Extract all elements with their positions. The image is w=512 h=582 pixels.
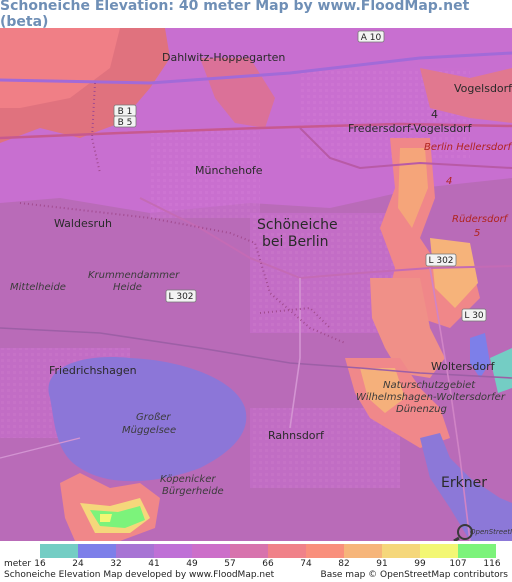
legend-value: 91 xyxy=(376,559,388,569)
legend-value: 57 xyxy=(224,559,236,569)
place-label: Heide xyxy=(113,282,142,293)
legend-value: 24 xyxy=(72,559,84,569)
svg-text:L 302: L 302 xyxy=(428,256,453,266)
elevation-legend: meter 16 24 32 41 49 57 66 74 82 91 99 1… xyxy=(0,541,512,582)
legend-swatch xyxy=(40,544,78,558)
road-shield-l30: L 30 xyxy=(461,308,487,322)
route-number: 4 xyxy=(446,176,452,187)
svg-text:A 10: A 10 xyxy=(361,33,382,43)
legend-value: 32 xyxy=(110,559,122,569)
route-number: 5 xyxy=(474,228,480,239)
legend-value: 82 xyxy=(338,559,350,569)
legend-swatch xyxy=(382,544,420,558)
legend-value: 49 xyxy=(186,559,198,569)
place-label: Naturschutzgebiet xyxy=(383,380,476,391)
place-label: Berlin Hellersdorf xyxy=(424,142,512,153)
footer-attribution: Base map © OpenStreetMap contributors xyxy=(320,570,508,580)
legend-swatch xyxy=(344,544,382,558)
place-label: Friedrichshagen xyxy=(49,364,137,377)
legend-swatch xyxy=(230,544,268,558)
legend-swatch xyxy=(458,544,496,558)
place-label: Erkner xyxy=(441,475,487,491)
place-label: Dahlwitz-Hoppegarten xyxy=(162,51,285,64)
hill-peak-yellow xyxy=(100,514,112,522)
legend-value: 74 xyxy=(300,559,312,569)
route-number: 4 xyxy=(431,108,438,121)
place-label: Köpenicker xyxy=(160,474,216,485)
place-label: Wilhelmshagen-Woltersdorfer xyxy=(356,392,506,403)
place-label: Rahnsdorf xyxy=(268,429,325,442)
place-label: Schöneiche xyxy=(257,217,338,233)
svg-text:L 30: L 30 xyxy=(464,311,484,321)
place-label: Rüdersdorf xyxy=(452,214,509,225)
footer-credit: Schoneiche Elevation Map developed by ww… xyxy=(4,570,275,580)
place-label: Vogelsdorf xyxy=(454,82,512,95)
legend-swatch xyxy=(306,544,344,558)
legend-swatches xyxy=(40,544,496,558)
legend-swatch xyxy=(78,544,116,558)
legend-value: 99 xyxy=(414,559,426,569)
legend-swatch xyxy=(192,544,230,558)
legend-value: 66 xyxy=(262,559,274,569)
place-label: Münchehofe xyxy=(195,164,263,177)
place-label: Fredersdorf-Vogelsdorf xyxy=(348,122,473,135)
place-label: Großer xyxy=(136,412,171,423)
place-label: bei Berlin xyxy=(262,234,328,250)
place-label: Mittelheide xyxy=(10,282,66,293)
legend-swatch xyxy=(154,544,192,558)
road-shield-l302-east: L 302 xyxy=(425,253,457,267)
elevation-map-canvas: Dahlwitz-Hoppegarten Vogelsdorf Fredersd… xyxy=(0,28,512,541)
place-label: Bürgerheide xyxy=(162,486,224,497)
legend-value: 41 xyxy=(148,559,160,569)
place-label: Dünenzug xyxy=(396,404,447,415)
legend-swatch xyxy=(420,544,458,558)
svg-text:B 5: B 5 xyxy=(118,118,133,128)
legend-values: 16 24 32 41 49 57 66 74 82 91 99 107 116 xyxy=(0,559,512,570)
legend-swatch xyxy=(116,544,154,558)
legend-swatch xyxy=(268,544,306,558)
place-label: Krummendammer xyxy=(88,270,180,281)
place-label: Müggelsee xyxy=(122,425,176,436)
map-title: Schoneiche Elevation: 40 meter Map by ww… xyxy=(0,0,512,30)
svg-text:L 302: L 302 xyxy=(168,292,193,302)
place-label: Waldesruh xyxy=(54,217,112,230)
legend-value: 16 xyxy=(34,559,46,569)
road-shield-b1: B 1 xyxy=(113,104,137,117)
svg-text:B 1: B 1 xyxy=(118,107,133,117)
elevation-map[interactable]: Dahlwitz-Hoppegarten Vogelsdorf Fredersd… xyxy=(0,28,512,541)
road-shield-a10: A 10 xyxy=(357,30,385,43)
osm-logo-text: OpenStreetMap xyxy=(470,528,512,536)
road-shield-b5: B 5 xyxy=(113,115,137,128)
place-label: Woltersdorf xyxy=(431,360,496,373)
legend-value: 116 xyxy=(483,559,501,569)
road-shield-l302-west: L 302 xyxy=(165,289,197,303)
legend-value: 107 xyxy=(449,559,467,569)
